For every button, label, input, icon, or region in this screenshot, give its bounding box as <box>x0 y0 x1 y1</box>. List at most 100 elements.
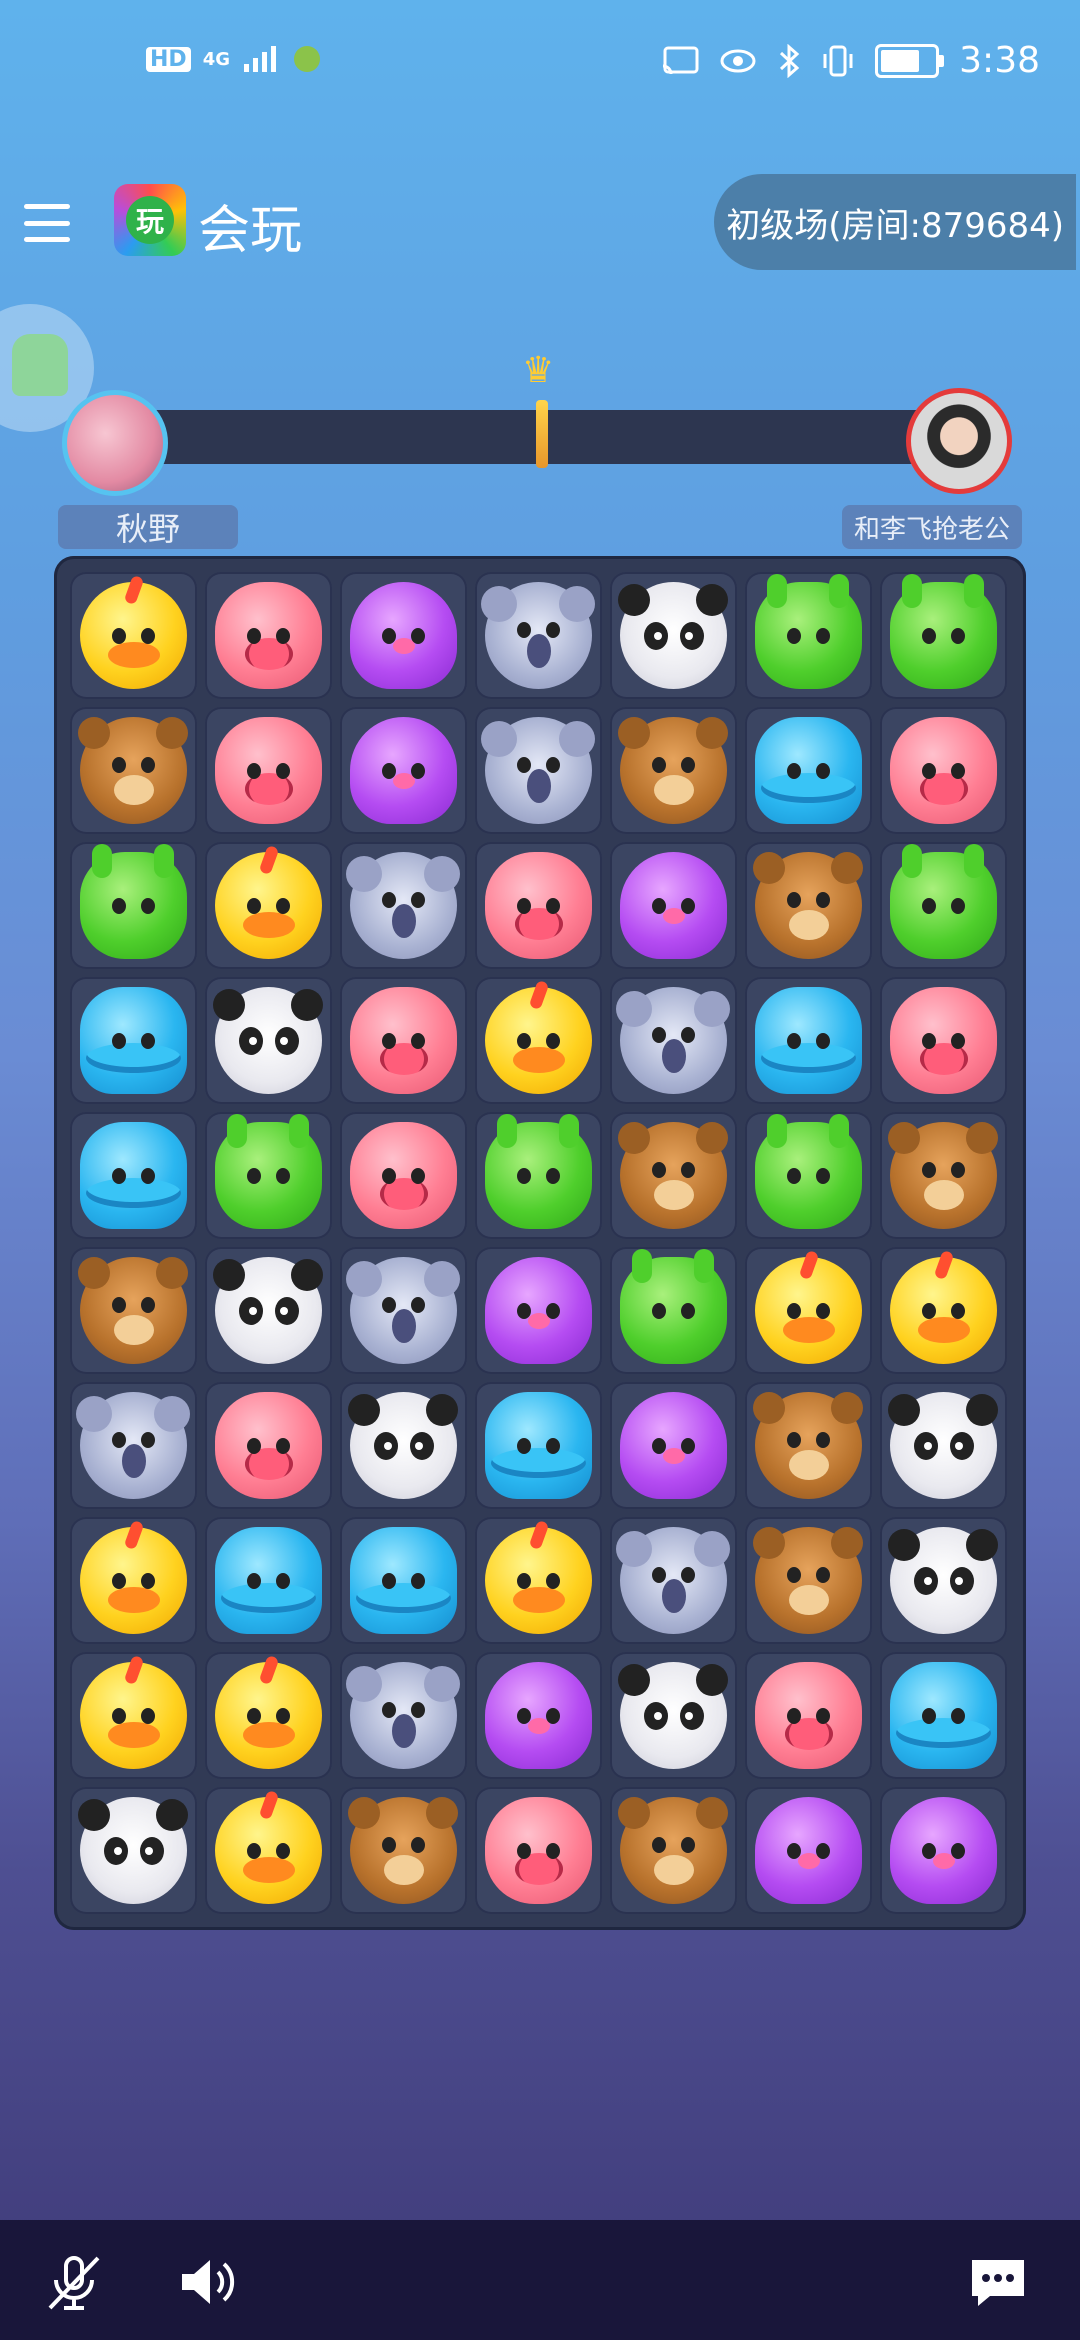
tile-hippo[interactable] <box>745 977 872 1104</box>
tile-bear[interactable] <box>745 842 872 969</box>
tile-pig[interactable] <box>340 977 467 1104</box>
tile-koala[interactable] <box>475 572 602 699</box>
tile-chick[interactable] <box>70 1652 197 1779</box>
battery-icon <box>875 43 945 78</box>
tile-chick[interactable] <box>70 1517 197 1644</box>
tile-koala[interactable] <box>340 1652 467 1779</box>
speaker-icon[interactable] <box>176 2250 240 2314</box>
tile-koala[interactable] <box>340 842 467 969</box>
room-info-badge[interactable]: 初级场(房间:879684) <box>714 174 1076 270</box>
tile-octopus[interactable] <box>745 1787 872 1914</box>
tile-pig[interactable] <box>205 1382 332 1509</box>
tile-bear[interactable] <box>70 1247 197 1374</box>
koala-icon <box>481 582 592 689</box>
tile-octopus[interactable] <box>475 1652 602 1779</box>
tile-bear[interactable] <box>880 1112 1007 1239</box>
mic-muted-icon[interactable] <box>42 2250 106 2314</box>
android-robot-icon <box>12 334 68 396</box>
tile-panda[interactable] <box>880 1382 1007 1509</box>
tile-panda[interactable] <box>205 977 332 1104</box>
koala-icon <box>481 717 592 824</box>
octopus-icon <box>890 1797 997 1904</box>
tile-octopus[interactable] <box>475 1247 602 1374</box>
tile-frog[interactable] <box>880 842 1007 969</box>
tile-bear[interactable] <box>610 1112 737 1239</box>
tile-bear[interactable] <box>745 1517 872 1644</box>
tile-panda[interactable] <box>880 1517 1007 1644</box>
tile-chick[interactable] <box>205 842 332 969</box>
tile-koala[interactable] <box>610 977 737 1104</box>
app-notification-icon <box>294 46 320 72</box>
pig-icon <box>350 1122 457 1229</box>
tile-hippo[interactable] <box>340 1517 467 1644</box>
tile-koala[interactable] <box>70 1382 197 1509</box>
tile-chick[interactable] <box>205 1787 332 1914</box>
tile-chick[interactable] <box>205 1652 332 1779</box>
tile-pig[interactable] <box>745 1652 872 1779</box>
tile-pig[interactable] <box>205 572 332 699</box>
tile-grid <box>70 572 1015 1922</box>
tile-koala[interactable] <box>610 1517 737 1644</box>
tile-bear[interactable] <box>745 1382 872 1509</box>
tile-hippo[interactable] <box>745 707 872 834</box>
octopus-icon <box>485 1662 592 1769</box>
tile-frog[interactable] <box>745 1112 872 1239</box>
hippo-icon <box>350 1527 457 1634</box>
tile-pig[interactable] <box>475 842 602 969</box>
tile-chick[interactable] <box>475 977 602 1104</box>
tile-koala[interactable] <box>340 1247 467 1374</box>
tile-octopus[interactable] <box>610 842 737 969</box>
chick-icon <box>755 1257 862 1364</box>
tile-koala[interactable] <box>475 707 602 834</box>
tile-pig[interactable] <box>205 707 332 834</box>
pig-icon <box>890 987 997 1094</box>
tile-panda[interactable] <box>205 1247 332 1374</box>
tile-frog[interactable] <box>880 572 1007 699</box>
panda-icon <box>618 582 727 689</box>
tile-panda[interactable] <box>610 1652 737 1779</box>
player-right-avatar[interactable] <box>906 388 1012 494</box>
tile-pig[interactable] <box>340 1112 467 1239</box>
status-bar: HD 4G 3:38 <box>0 0 1080 130</box>
tile-bear[interactable] <box>340 1787 467 1914</box>
tile-chick[interactable] <box>745 1247 872 1374</box>
tile-hippo[interactable] <box>70 1112 197 1239</box>
menu-icon[interactable] <box>24 204 70 242</box>
tile-octopus[interactable] <box>340 572 467 699</box>
hippo-icon <box>755 987 862 1094</box>
cast-icon <box>662 46 699 74</box>
tile-bear[interactable] <box>610 1787 737 1914</box>
bear-icon <box>618 717 727 824</box>
tile-frog[interactable] <box>70 842 197 969</box>
tile-octopus[interactable] <box>340 707 467 834</box>
frog-icon <box>755 574 862 689</box>
hippo-icon <box>80 987 187 1094</box>
chat-icon[interactable] <box>966 2250 1030 2314</box>
tile-panda[interactable] <box>70 1787 197 1914</box>
tile-hippo[interactable] <box>475 1382 602 1509</box>
tile-hippo[interactable] <box>880 1652 1007 1779</box>
tile-octopus[interactable] <box>880 1787 1007 1914</box>
signal-icon <box>244 46 276 72</box>
player-left-avatar[interactable] <box>62 390 168 496</box>
tile-bear[interactable] <box>610 707 737 834</box>
tile-chick[interactable] <box>880 1247 1007 1374</box>
tile-pig[interactable] <box>880 707 1007 834</box>
tile-octopus[interactable] <box>610 1382 737 1509</box>
octopus-icon <box>620 852 727 959</box>
tile-frog[interactable] <box>745 572 872 699</box>
4g-icon: 4G <box>202 48 230 70</box>
tile-bear[interactable] <box>70 707 197 834</box>
tile-frog[interactable] <box>610 1247 737 1374</box>
tile-frog[interactable] <box>475 1112 602 1239</box>
tile-pig[interactable] <box>880 977 1007 1104</box>
tile-pig[interactable] <box>475 1787 602 1914</box>
tile-hippo[interactable] <box>70 977 197 1104</box>
tile-frog[interactable] <box>205 1112 332 1239</box>
tile-hippo[interactable] <box>205 1517 332 1644</box>
tile-chick[interactable] <box>475 1517 602 1644</box>
tile-chick[interactable] <box>70 572 197 699</box>
player-right-name: 和李飞抢老公 <box>842 505 1022 549</box>
tile-panda[interactable] <box>340 1382 467 1509</box>
tile-panda[interactable] <box>610 572 737 699</box>
